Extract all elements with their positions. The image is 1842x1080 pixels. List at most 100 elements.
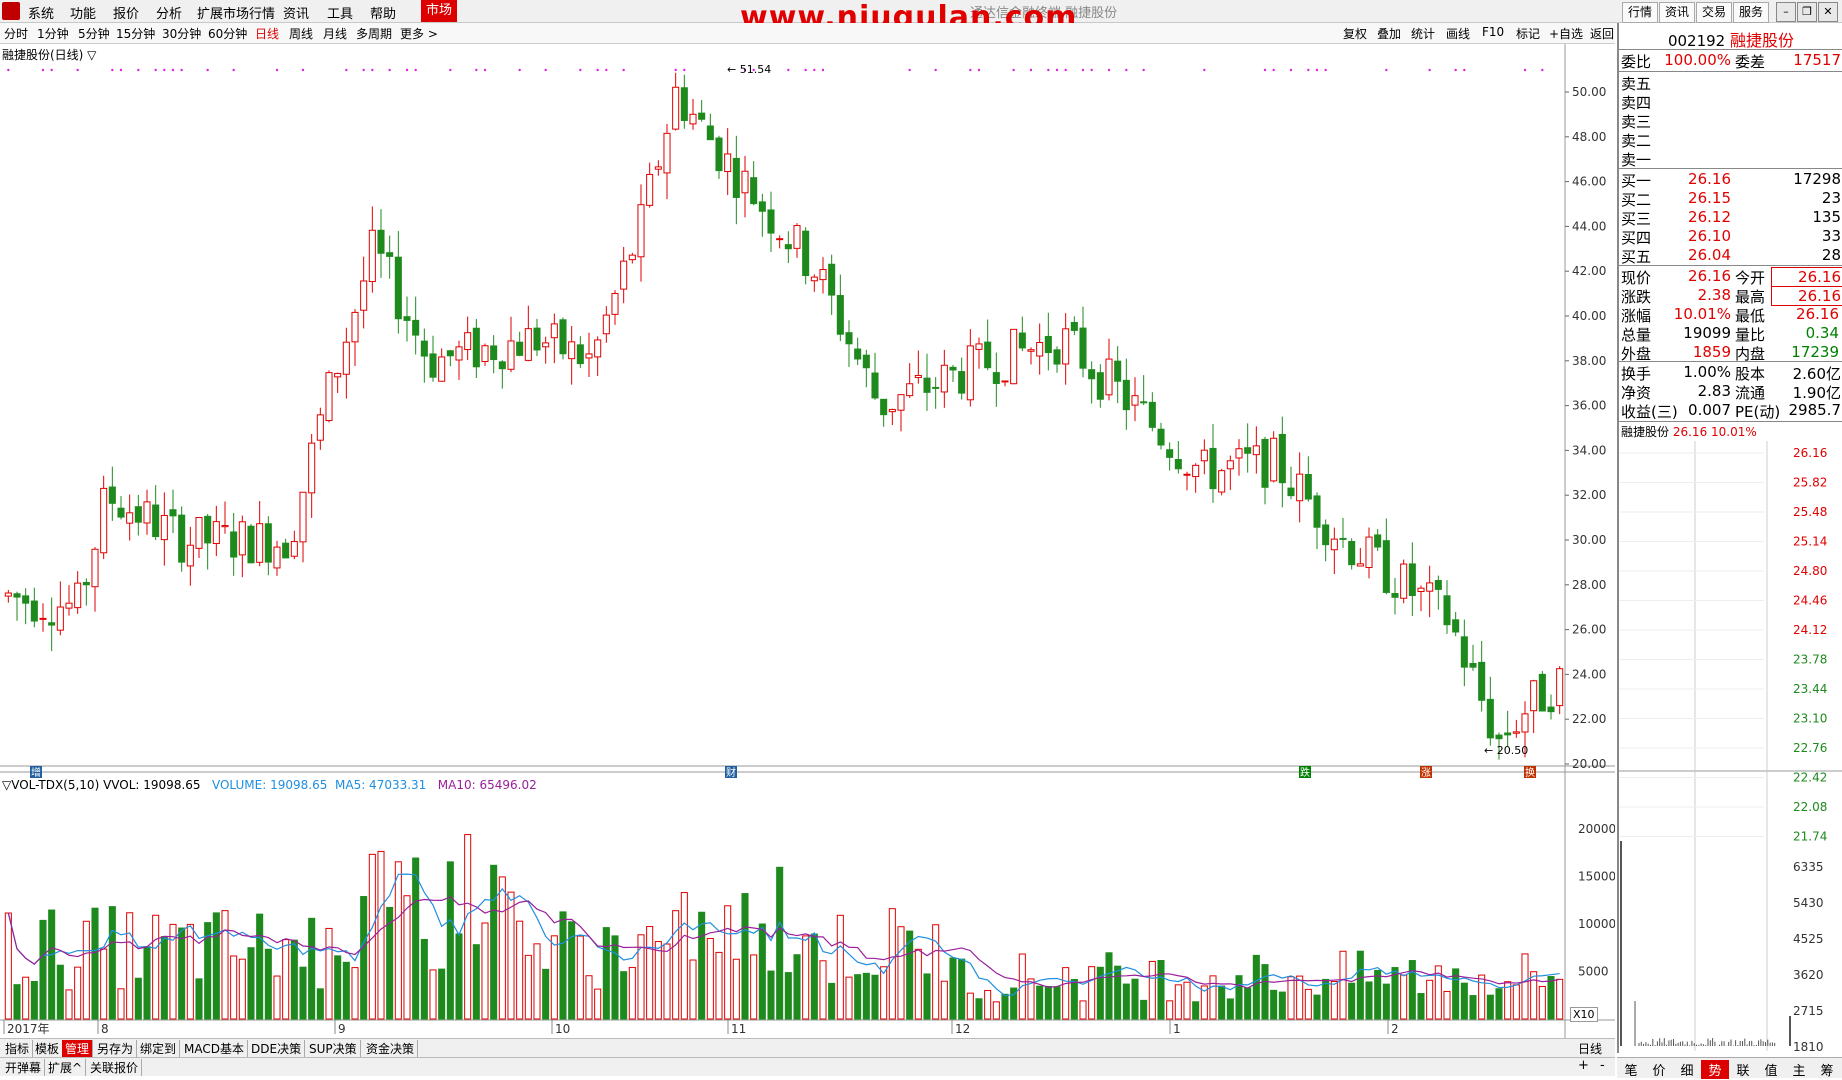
period-more[interactable]: 更多 >	[400, 25, 438, 42]
btn-diejia[interactable]: 叠加	[1377, 25, 1401, 42]
btn-related-quote[interactable]: 关联报价	[87, 1059, 143, 1076]
candle-body	[1391, 593, 1399, 598]
period-60min[interactable]: 60分钟	[208, 25, 247, 42]
market-tab[interactable]: 市场	[421, 0, 457, 22]
candle-body	[394, 256, 402, 320]
btn-huaxian[interactable]: 画线	[1446, 25, 1470, 42]
top-btn-trade[interactable]: 交易	[1696, 2, 1732, 23]
restore-icon[interactable]: ❐	[1797, 2, 1817, 22]
stat-row: 涨幅 10.01% 最低 26.16	[1621, 305, 1841, 325]
candle-body	[386, 252, 394, 257]
tab-fund[interactable]: 资金决策	[363, 1040, 419, 1057]
btn-back[interactable]: 返回	[1590, 25, 1614, 42]
volume-bar	[776, 866, 784, 1020]
signal-dot	[301, 68, 305, 72]
right-tab-0[interactable]: 笔	[1617, 1060, 1645, 1079]
menu-news[interactable]: 资讯	[283, 3, 309, 22]
right-panel-tabs: 笔价细势联值主筹	[1617, 1057, 1842, 1079]
volume-tick-label: 5000	[1578, 965, 1609, 979]
menu-analysis[interactable]: 分析	[156, 3, 182, 22]
volume-bar	[1261, 964, 1269, 1020]
vol-indicator-name[interactable]: ▽VOL-TDX(5,10)	[2, 778, 99, 792]
candle-body	[1374, 534, 1382, 548]
tab-dde[interactable]: DDE决策	[248, 1040, 306, 1057]
order-volume: 135	[1812, 208, 1841, 226]
minimize-icon[interactable]: –	[1776, 2, 1796, 22]
order-volume: 33	[1821, 227, 1841, 245]
btn-f10[interactable]: F10	[1482, 25, 1504, 39]
candle-body	[1478, 661, 1486, 701]
period-5min[interactable]: 5分钟	[78, 25, 110, 42]
stat-row: 外盘 1859 内盘 17239	[1621, 343, 1841, 363]
period-daily[interactable]: 日线	[255, 25, 279, 42]
period-fenshi[interactable]: 分时	[4, 25, 28, 42]
volume-bar	[13, 984, 21, 1020]
volume-bar	[221, 910, 229, 1020]
period-weekly[interactable]: 周线	[289, 25, 313, 42]
menu-tools[interactable]: 工具	[327, 3, 353, 22]
period-monthly[interactable]: 月线	[323, 25, 347, 42]
tab-macd[interactable]: MACD基本	[181, 1040, 248, 1057]
volume-bar	[464, 834, 472, 1020]
period-15min[interactable]: 15分钟	[116, 25, 155, 42]
btn-danmu[interactable]: 开弹幕	[2, 1059, 46, 1076]
candle-body	[1417, 587, 1425, 593]
tab-bindto[interactable]: 绑定到	[137, 1040, 181, 1057]
candle-body	[1504, 732, 1512, 736]
right-tab-7[interactable]: 筹	[1813, 1060, 1841, 1079]
candle-body	[282, 542, 290, 559]
btn-expand[interactable]: 扩展^	[45, 1059, 87, 1076]
top-btn-quote[interactable]: 行情	[1622, 2, 1658, 23]
top-btn-news[interactable]: 资讯	[1659, 2, 1695, 23]
btn-zixuan[interactable]: +自选	[1549, 25, 1583, 42]
zoom-in-button[interactable]: +	[1578, 1058, 1589, 1073]
candle-body	[602, 314, 610, 335]
order-label: 买一	[1621, 172, 1652, 190]
menu-quote[interactable]: 报价	[113, 3, 139, 22]
volume-bar	[914, 948, 922, 1020]
menu-help[interactable]: 帮助	[370, 3, 396, 22]
right-tab-6[interactable]: 主	[1785, 1060, 1813, 1079]
menu-function[interactable]: 功能	[70, 3, 96, 22]
tab-sup[interactable]: SUP决策	[306, 1040, 361, 1057]
volume-bar	[360, 896, 368, 1020]
tab-indicator[interactable]: 指标	[2, 1040, 34, 1057]
right-tab-1[interactable]: 价	[1645, 1060, 1673, 1079]
volume-bar	[429, 969, 437, 1020]
intraday-chart[interactable]: 26.16 25.82 25.48 25.14 24.80 24.46 24.12 23.78…	[1619, 441, 1842, 1051]
top-btn-service[interactable]: 服务	[1733, 2, 1769, 23]
volume-bar	[134, 977, 142, 1020]
signal-dot	[76, 68, 79, 72]
kline-chart[interactable]: 50.00 48.00 46.00 44.00 42.00 40.00 38.00 36.00…	[0, 44, 1615, 1038]
btn-biaoji[interactable]: 标记	[1516, 25, 1540, 42]
menu-ext-market[interactable]: 扩展市场行情	[197, 3, 275, 22]
candle-body	[828, 263, 836, 296]
right-tab-3[interactable]: 势	[1701, 1060, 1729, 1079]
period-30min[interactable]: 30分钟	[162, 25, 201, 42]
tab-saveas[interactable]: 另存为	[94, 1040, 138, 1057]
right-tab-5[interactable]: 值	[1757, 1060, 1785, 1079]
fundamental-value: 0.007	[1688, 401, 1731, 419]
order-label: 买二	[1621, 191, 1652, 209]
volume-bar	[1079, 1000, 1087, 1020]
btn-fuquan[interactable]: 复权	[1343, 25, 1367, 42]
fundamental-row: 换手 1.00% 股本 2.60亿	[1621, 363, 1841, 383]
right-tab-4[interactable]: 联	[1729, 1060, 1757, 1079]
candle-body	[906, 383, 914, 397]
period-multi[interactable]: 多周期	[356, 25, 392, 42]
mini-price-tick: 24.12	[1793, 623, 1827, 637]
volume-bar	[758, 923, 766, 1020]
tab-template[interactable]: 模板	[32, 1040, 64, 1057]
close-icon[interactable]: ✕	[1818, 2, 1838, 22]
signal-dot	[1090, 68, 1093, 72]
zoom-out-button[interactable]: -	[1600, 1058, 1605, 1073]
signal-dot	[813, 68, 816, 72]
fundamental-label: 净资	[1621, 384, 1652, 402]
volume-bar	[412, 857, 420, 1020]
period-1min[interactable]: 1分钟	[37, 25, 69, 42]
btn-tongji[interactable]: 统计	[1411, 25, 1435, 42]
tab-manage[interactable]: 管理	[62, 1040, 94, 1057]
volume-bar	[828, 982, 836, 1020]
menu-system[interactable]: 系统	[28, 3, 54, 22]
right-tab-2[interactable]: 细	[1673, 1060, 1701, 1079]
